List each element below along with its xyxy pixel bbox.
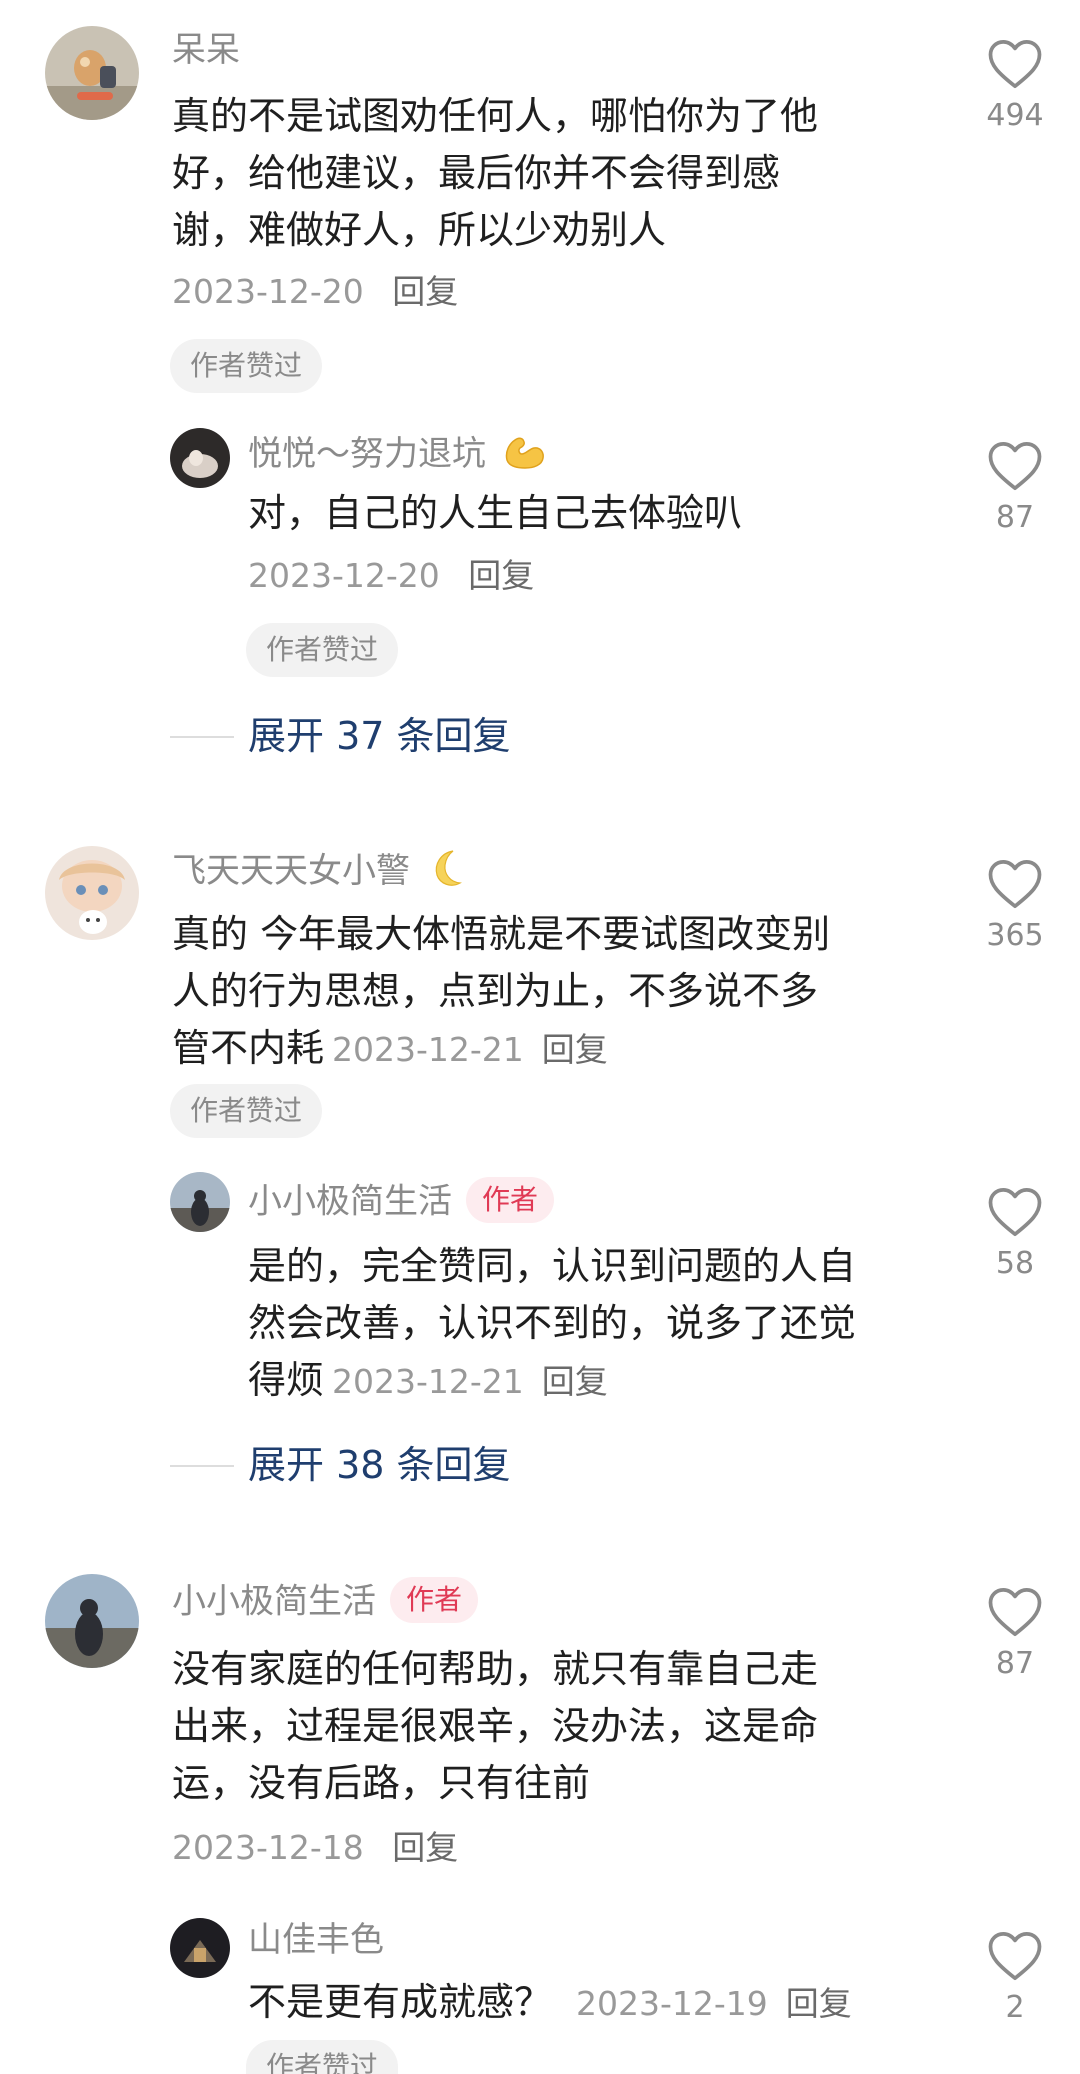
avatar[interactable] <box>45 1574 139 1668</box>
like-count: 2 <box>1005 1990 1025 2025</box>
avatar[interactable] <box>170 1918 230 1978</box>
author-liked-badge: 作者赞过 <box>170 339 323 393</box>
comment-meta: 2023-12-20 回复 <box>248 556 534 596</box>
comment-date: 2023-12-20 <box>248 556 440 595</box>
reply-button[interactable]: 回复 <box>542 1362 608 1401</box>
comment-text[interactable]: 真的 今年最大体悟就是不要试图改变别 人的行为思想，点到为止，不多说不多 管不内… <box>172 906 830 1078</box>
flexed-biceps-emoji <box>501 430 547 481</box>
like-count: 494 <box>986 98 1044 133</box>
comment-meta: 2023-12-21 回复 <box>332 1362 608 1401</box>
avatar[interactable] <box>170 1172 230 1232</box>
heart-outline-icon <box>988 859 1042 909</box>
crescent-moon-emoji <box>425 847 467 898</box>
comment-meta: 2023-12-20 回复 <box>172 272 458 312</box>
comment-date: 2023-12-19 <box>576 1984 768 2023</box>
heart-outline-icon <box>988 1187 1042 1237</box>
avatar[interactable] <box>45 846 139 940</box>
like-button[interactable]: 494 <box>980 38 1050 134</box>
comment-text[interactable]: 是的，完全赞同，认识到问题的人自 然会改善，认识不到的，说多了还觉 得烦 2023… <box>248 1238 856 1410</box>
comment-meta: 2023-12-18 回复 <box>172 1828 458 1868</box>
comment-meta: 2023-12-19 回复 <box>576 1984 852 2023</box>
heart-outline-icon <box>988 1587 1042 1637</box>
like-count: 87 <box>995 1646 1035 1681</box>
reply-button[interactable]: 回复 <box>542 1030 608 1069</box>
comment-date: 2023-12-21 <box>332 1030 524 1069</box>
reply-button[interactable]: 回复 <box>392 1828 458 1867</box>
like-button[interactable]: 87 <box>980 1586 1050 1682</box>
divider <box>170 736 234 738</box>
author-liked-badge: 作者赞过 <box>170 1084 323 1138</box>
username[interactable]: 悦悦～努力退坑 <box>248 430 547 481</box>
heart-outline-icon <box>988 39 1042 89</box>
heart-outline-icon <box>988 1931 1042 1981</box>
username[interactable]: 呆呆 <box>172 30 240 70</box>
comment-date: 2023-12-18 <box>172 1828 364 1867</box>
username[interactable]: 小小极简生活 作者 <box>172 1577 479 1626</box>
comment-date: 2023-12-21 <box>332 1362 524 1401</box>
username[interactable]: 山佳丰色 <box>248 1920 384 1960</box>
author-tag: 作者 <box>466 1177 555 1223</box>
like-count: 365 <box>986 918 1044 953</box>
avatar[interactable] <box>45 26 139 120</box>
divider <box>170 1465 234 1467</box>
author-liked-badge: 作者赞过 <box>246 2040 399 2074</box>
like-button[interactable]: 87 <box>980 440 1050 536</box>
username[interactable]: 飞天天天女小警 <box>172 847 467 898</box>
comment-meta: 2023-12-21 回复 <box>332 1030 608 1069</box>
reply-button[interactable]: 回复 <box>468 556 534 595</box>
comment-date: 2023-12-20 <box>172 272 364 311</box>
comment-text[interactable]: 真的不是试图劝任何人，哪怕你为了他 好，给他建议，最后你并不会得到感 谢，难做好… <box>172 88 818 259</box>
author-liked-badge: 作者赞过 <box>246 623 399 677</box>
comment-text[interactable]: 没有家庭的任何帮助，就只有靠自己走 出来，过程是很艰辛，没办法，这是命 运，没有… <box>172 1641 818 1812</box>
like-button[interactable]: 2 <box>980 1930 1050 2026</box>
like-button[interactable]: 365 <box>980 858 1050 954</box>
author-tag: 作者 <box>390 1577 479 1623</box>
like-count: 58 <box>995 1246 1035 1281</box>
comment-text[interactable]: 对，自己的人生自己去体验叭 <box>248 485 742 542</box>
like-button[interactable]: 58 <box>980 1186 1050 1282</box>
heart-outline-icon <box>988 441 1042 491</box>
reply-button[interactable]: 回复 <box>392 272 458 311</box>
username[interactable]: 小小极简生活 作者 <box>248 1177 555 1226</box>
avatar[interactable] <box>170 428 230 488</box>
reply-button[interactable]: 回复 <box>786 1984 852 2023</box>
comment-text[interactable]: 不是更有成就感？ 2023-12-19 回复 <box>248 1974 852 2032</box>
like-count: 87 <box>995 500 1035 535</box>
